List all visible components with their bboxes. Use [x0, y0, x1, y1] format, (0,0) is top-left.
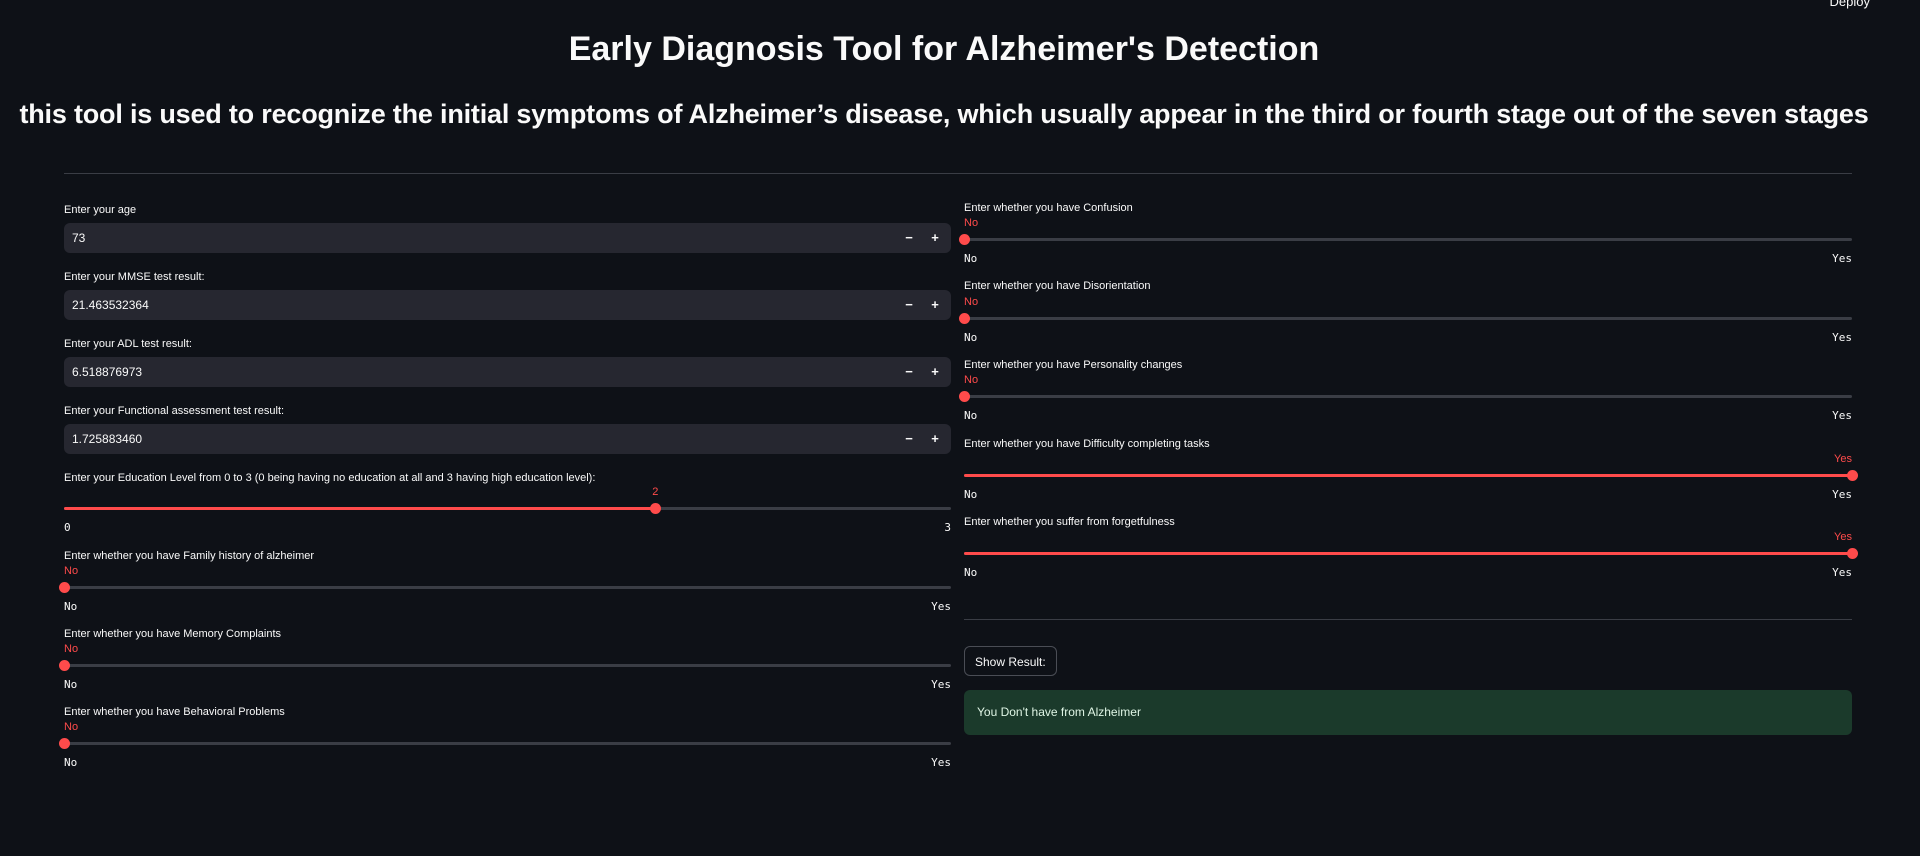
disorientation-slider[interactable]: No No Yes [959, 291, 1852, 344]
slider-thumb[interactable] [959, 391, 970, 402]
result-alert: You Don't have from Alzheimer [964, 690, 1852, 735]
adl-value[interactable]: 6.518876973 [72, 365, 142, 379]
slider-min-label: No [964, 488, 978, 501]
functional-assessment-label: Enter your Functional assessment test re… [64, 405, 285, 417]
mmse-input[interactable]: 21.463532364 − + [64, 290, 951, 320]
show-result-button[interactable]: Show Result: [964, 646, 1057, 676]
age-increment-button[interactable]: + [924, 227, 946, 249]
slider-max-label: Yes [1832, 488, 1852, 501]
slider-value: No [964, 374, 979, 386]
slider-value: Yes [1834, 453, 1852, 465]
result-text: You Don't have from Alzheimer [977, 705, 1141, 719]
slider-track[interactable] [64, 742, 951, 745]
slider-value: No [64, 565, 79, 577]
slider-thumb[interactable] [959, 313, 970, 324]
slider-track[interactable] [964, 238, 1852, 241]
mmse-increment-button[interactable]: + [924, 294, 946, 316]
functional-assessment-decrement-button[interactable]: − [898, 428, 920, 450]
slider-value: No [964, 296, 979, 308]
slider-value: No [64, 721, 79, 733]
slider-max-label: Yes [931, 600, 951, 613]
deploy-button[interactable]: Deploy [1830, 0, 1870, 9]
slider-min-label: No [964, 409, 978, 422]
mmse-decrement-button[interactable]: − [898, 294, 920, 316]
slider-min-label: No [964, 252, 978, 265]
slider-thumb[interactable] [1847, 470, 1858, 481]
difficulty-completing-tasks-slider[interactable]: Yes No Yes [964, 448, 1858, 501]
slider-max-label: Yes [1832, 252, 1852, 265]
slider-max-label: Yes [1832, 409, 1852, 422]
functional-assessment-value[interactable]: 1.725883460 [72, 432, 142, 446]
divider [64, 173, 1852, 174]
slider-fill [964, 474, 1852, 477]
divider [964, 619, 1852, 620]
slider-thumb[interactable] [959, 234, 970, 245]
slider-track[interactable] [964, 317, 1852, 320]
slider-thumb[interactable] [1847, 548, 1858, 559]
adl-decrement-button[interactable]: − [898, 361, 920, 383]
slider-max-label: Yes [931, 678, 951, 691]
slider-value: 2 [652, 486, 659, 498]
age-input[interactable]: 73 − + [64, 223, 951, 253]
behavioral-problems-slider[interactable]: No No Yes [59, 716, 951, 769]
adl-label: Enter your ADL test result: [64, 338, 192, 350]
age-label: Enter your age [64, 204, 137, 216]
slider-min-label: No [64, 678, 78, 691]
slider-thumb[interactable] [59, 660, 70, 671]
slider-fill [64, 507, 656, 510]
page-title: Early Diagnosis Tool for Alzheimer's Det… [568, 30, 1320, 68]
slider-value: Yes [1834, 531, 1852, 543]
age-value[interactable]: 73 [72, 231, 85, 245]
forgetfulness-slider[interactable]: Yes No Yes [964, 526, 1858, 579]
confusion-slider[interactable]: No No Yes [959, 212, 1852, 265]
slider-max-label: 3 [944, 521, 951, 534]
education-slider[interactable]: 2 0 3 [64, 481, 951, 534]
slider-max-label: Yes [931, 756, 951, 769]
functional-assessment-increment-button[interactable]: + [924, 428, 946, 450]
family-history-slider[interactable]: No No Yes [59, 560, 951, 613]
slider-min-label: No [64, 756, 78, 769]
slider-min-label: No [64, 600, 78, 613]
slider-thumb[interactable] [650, 503, 662, 514]
slider-min-label: 0 [64, 521, 71, 534]
personality-changes-slider[interactable]: No No Yes [959, 369, 1852, 422]
adl-input[interactable]: 6.518876973 − + [64, 357, 951, 387]
slider-min-label: No [964, 566, 978, 579]
slider-value: No [64, 643, 79, 655]
age-decrement-button[interactable]: − [898, 227, 920, 249]
adl-increment-button[interactable]: + [924, 361, 946, 383]
functional-assessment-input[interactable]: 1.725883460 − + [64, 424, 951, 454]
slider-min-label: No [964, 331, 978, 344]
slider-thumb[interactable] [59, 582, 70, 593]
slider-thumb[interactable] [59, 738, 70, 749]
slider-max-label: Yes [1832, 566, 1852, 579]
slider-track[interactable] [964, 395, 1852, 398]
slider-value: No [964, 217, 979, 229]
slider-track[interactable] [64, 586, 951, 589]
mmse-value[interactable]: 21.463532364 [72, 298, 149, 312]
slider-max-label: Yes [1832, 331, 1852, 344]
mmse-label: Enter your MMSE test result: [64, 271, 205, 283]
memory-complaints-slider[interactable]: No No Yes [59, 638, 951, 691]
slider-fill [964, 552, 1852, 555]
page-subtitle: this tool is used to recognize the initi… [19, 99, 1869, 129]
slider-track[interactable] [64, 664, 951, 667]
